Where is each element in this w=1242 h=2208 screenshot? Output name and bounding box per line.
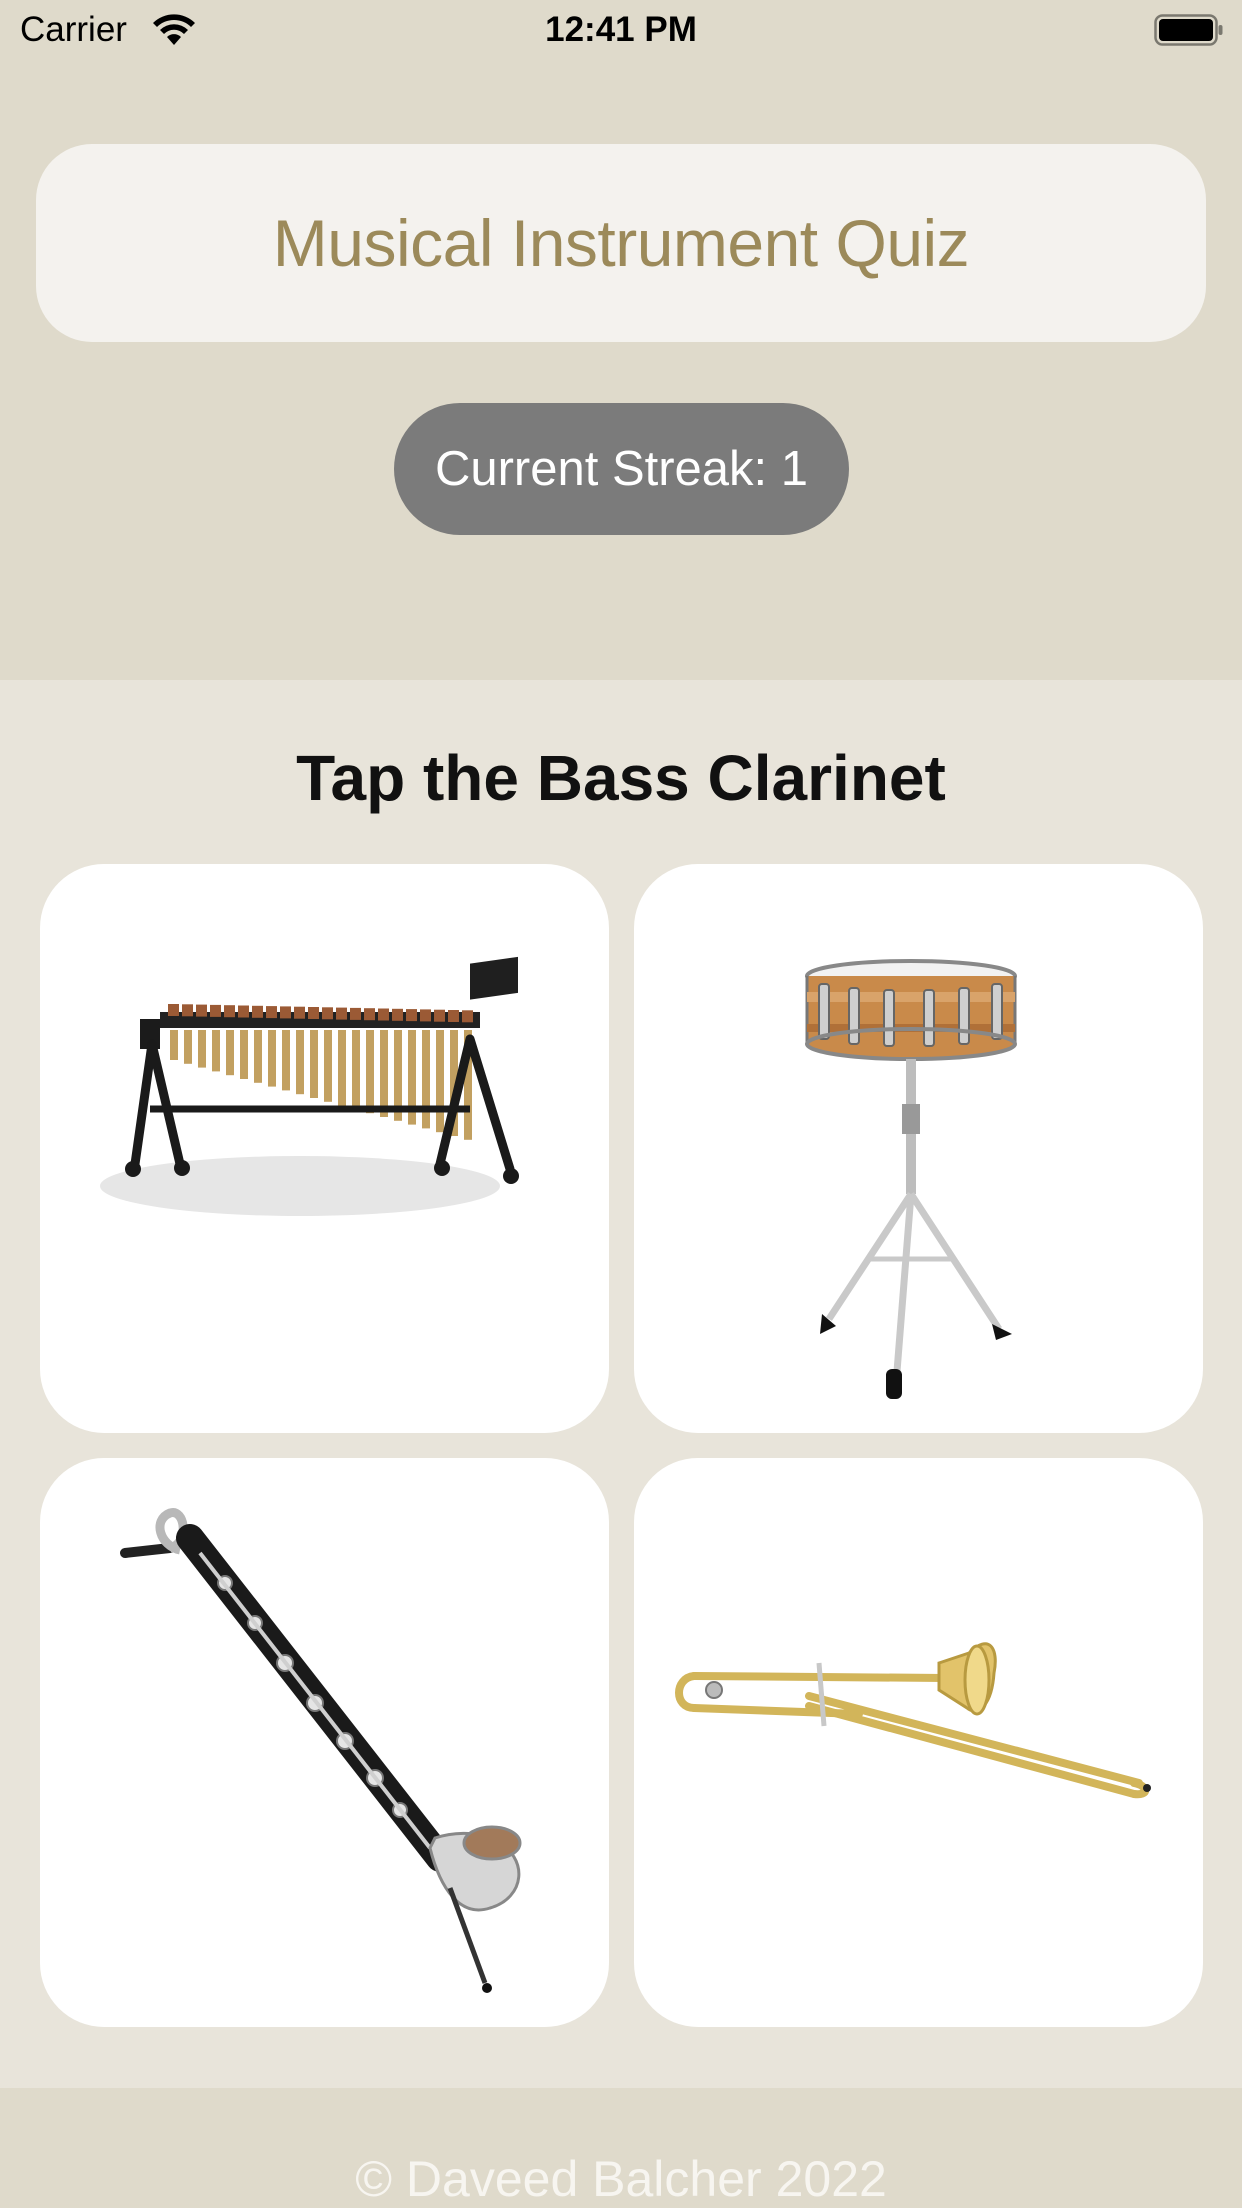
trombone-image: [675, 1642, 1151, 1799]
snare-drum-image: [805, 959, 1017, 1399]
marimba-resonator: [226, 1030, 234, 1076]
marimba-bar: [350, 1007, 361, 1020]
marimba-bar: [392, 1008, 403, 1021]
option-snare-drum[interactable]: [634, 864, 1203, 1433]
marimba-bar: [280, 1006, 291, 1019]
option-marimba[interactable]: [40, 864, 609, 1433]
clock: 12:41 PM: [545, 10, 697, 49]
marimba-bar: [322, 1007, 333, 1020]
bass-clarinet-image: [120, 1508, 522, 1993]
marimba-resonator: [170, 1030, 178, 1060]
streak-badge: Current Streak: 1: [394, 403, 849, 535]
status-bar: Carrier 12:41 PM: [0, 0, 1242, 62]
marimba-bar: [266, 1006, 277, 1019]
marimba-bar: [308, 1007, 319, 1019]
marimba-bar: [462, 1010, 473, 1023]
marimba-bar: [210, 1004, 221, 1017]
marimba-bar: [252, 1005, 263, 1018]
marimba-resonator: [310, 1030, 318, 1098]
streak-label: Current Streak: 1: [434, 442, 809, 496]
marimba-resonator: [338, 1030, 346, 1106]
marimba-bar: [168, 1004, 179, 1016]
marimba-resonator: [254, 1030, 262, 1083]
marimba-resonator: [240, 1030, 248, 1079]
marimba-resonator: [324, 1030, 332, 1102]
marimba-bar: [378, 1008, 389, 1021]
copyright-text: © Daveed Balcher 2022: [355, 2151, 887, 2207]
marimba-resonator: [380, 1030, 388, 1117]
app-title: Musical Instrument Quiz: [272, 206, 970, 280]
marimba-resonator: [422, 1030, 430, 1129]
marimba-bar: [434, 1009, 445, 1022]
marimba-bar: [294, 1006, 305, 1019]
marimba-bar: [420, 1009, 431, 1022]
marimba-bar: [336, 1007, 347, 1020]
marimba-bar: [448, 1010, 459, 1022]
battery-full-icon: [1154, 14, 1223, 46]
marimba-resonator: [184, 1030, 192, 1064]
footer: © Daveed Balcher 2022: [0, 2088, 1242, 2208]
marimba-resonator: [296, 1030, 304, 1095]
marimba-resonator: [436, 1030, 444, 1133]
marimba-bar: [364, 1008, 375, 1021]
marimba-bar: [196, 1004, 207, 1017]
marimba-bar: [224, 1005, 235, 1018]
marimba-resonator: [198, 1030, 206, 1068]
marimba-resonator: [282, 1030, 290, 1091]
marimba-image: [100, 956, 519, 1216]
marimba-bar: [182, 1004, 193, 1017]
marimba-resonator: [352, 1030, 360, 1110]
marimba-resonator: [212, 1030, 220, 1072]
quiz-prompt: Tap the Bass Clarinet: [296, 742, 946, 814]
marimba-bar: [238, 1005, 249, 1018]
title-card: Musical Instrument Quiz: [36, 144, 1206, 342]
option-bass-clarinet[interactable]: [40, 1458, 609, 2027]
marimba-bar: [406, 1009, 417, 1022]
marimba-resonator: [366, 1030, 374, 1114]
option-trombone[interactable]: [634, 1458, 1203, 2027]
marimba-resonator: [268, 1030, 276, 1087]
